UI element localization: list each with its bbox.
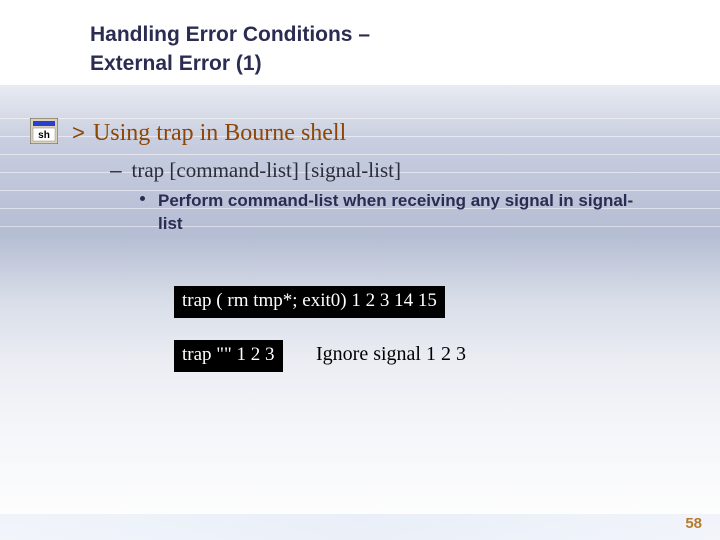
title-line2: External Error (1) [90,52,262,75]
code-example-1: trap ( rm tmp*; exit0) 1 2 3 14 15 [174,286,445,318]
sh-icon-text: sh [38,130,50,141]
title-line1: Handling Error Conditions – [90,23,370,46]
code-example-2: trap "" 1 2 3 [174,340,283,372]
bullet-dot-icon [140,196,145,201]
decor-bottom-strip [0,514,720,540]
page-number: 58 [685,515,702,532]
subbullet-perform-desc: Perform command-list when receiving any … [158,190,640,236]
subbullet-trap-syntax: trap [command-list] [signal-list] [110,158,401,183]
slide-root: Handling Error Conditions – External Err… [0,0,720,540]
note-ignore-signal: Ignore signal 1 2 3 [316,343,466,366]
sh-shell-icon: sh [30,118,58,144]
slide-title: Handling Error Conditions – External Err… [90,20,370,79]
bullet-using-trap: Using trap in Bourne shell [72,120,346,147]
